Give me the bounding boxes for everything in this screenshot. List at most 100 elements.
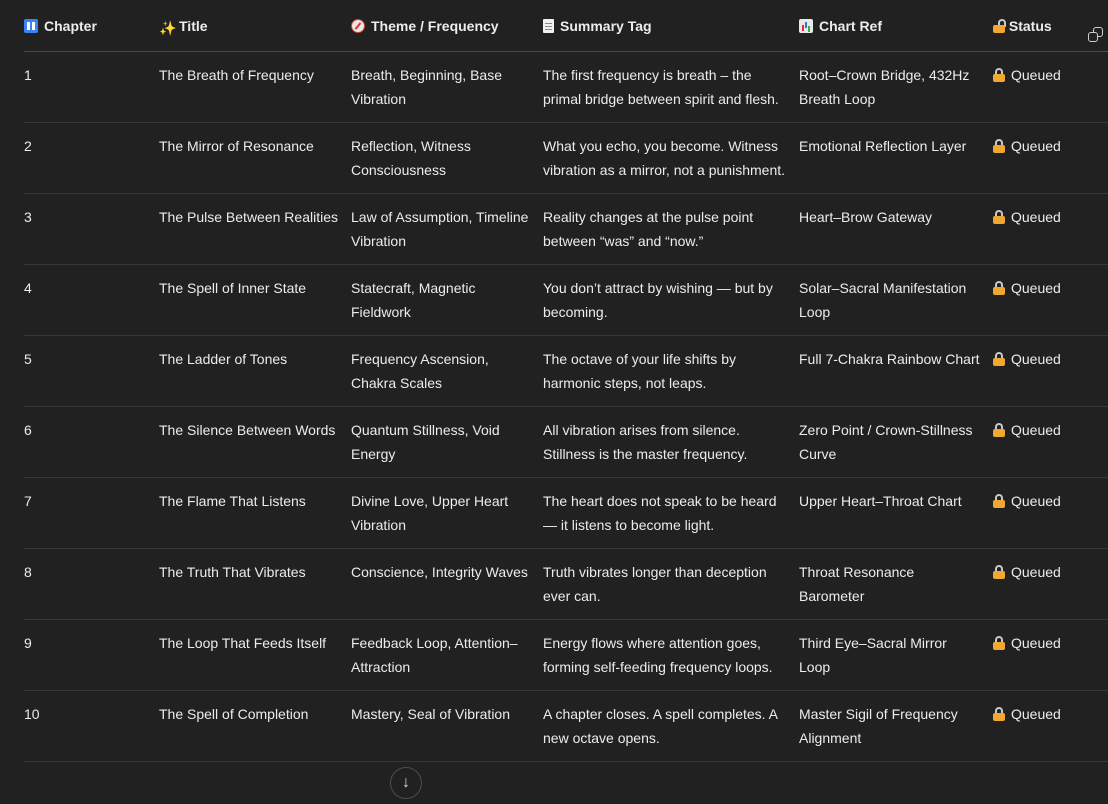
cell-summary: The first frequency is breath – the prim… (543, 51, 799, 123)
cell-summary: All vibration arises from silence. Still… (543, 406, 799, 478)
cell-title: The Truth That Vibrates (159, 548, 351, 620)
cell-title: The Ladder of Tones (159, 335, 351, 407)
cell-chapter: 5 (24, 335, 159, 407)
cell-theme: Divine Love, Upper Heart Vibration (351, 477, 543, 549)
cell-chapter: 1 (24, 51, 159, 123)
table-row: 7 The Flame That Listens Divine Love, Up… (24, 477, 1108, 549)
cell-status: Queued (993, 264, 1108, 336)
lock-icon (993, 565, 1005, 579)
cell-summary: A chapter closes. A spell completes. A n… (543, 690, 799, 762)
cell-status: Queued (993, 406, 1108, 478)
cell-chart-ref: Full 7-Chakra Rainbow Chart (799, 335, 993, 407)
cell-chapter: 7 (24, 477, 159, 549)
cell-chart-ref: Heart–Brow Gateway (799, 193, 993, 265)
table-row: 8 The Truth That Vibrates Conscience, In… (24, 548, 1108, 620)
table-row: 4 The Spell of Inner State Statecraft, M… (24, 264, 1108, 336)
bar-chart-icon (799, 18, 813, 33)
table-row: 9 The Loop That Feeds Itself Feedback Lo… (24, 619, 1108, 691)
cell-summary: What you echo, you become. Witness vibra… (543, 122, 799, 194)
compass-icon (351, 18, 365, 33)
status-text: Queued (1011, 422, 1061, 438)
cell-theme: Statecraft, Magnetic Fieldwork (351, 264, 543, 336)
status-text: Queued (1011, 209, 1061, 225)
cell-theme: Quantum Stillness, Void Energy (351, 406, 543, 478)
cell-summary: The octave of your life shifts by harmon… (543, 335, 799, 407)
cell-chart-ref: Solar–Sacral Manifestation Loop (799, 264, 993, 336)
header-chart-ref: Chart Ref (799, 0, 993, 52)
lock-icon (993, 636, 1005, 650)
cell-title: The Pulse Between Realities (159, 193, 351, 265)
status-text: Queued (1011, 706, 1061, 722)
header-summary: Summary Tag (543, 0, 799, 52)
cell-title: The Spell of Inner State (159, 264, 351, 336)
table-row: 1 The Breath of Frequency Breath, Beginn… (24, 51, 1108, 123)
cell-chapter: 10 (24, 690, 159, 762)
header-label: Chapter (44, 17, 97, 34)
header-title: ✨ Title (159, 0, 351, 52)
lock-icon (993, 139, 1005, 153)
status-text: Queued (1011, 351, 1061, 367)
header-chapter: Chapter (24, 0, 159, 52)
cell-summary: Reality changes at the pulse point betwe… (543, 193, 799, 265)
cell-status: Queued (993, 548, 1108, 620)
cell-title: The Breath of Frequency (159, 51, 351, 123)
cell-status: Queued (993, 477, 1108, 549)
cell-chapter: 6 (24, 406, 159, 478)
header-theme: Theme / Frequency (351, 0, 543, 52)
chapter-table: Chapter ✨ Title Theme / Frequency Summary… (24, 0, 1108, 762)
lock-icon (993, 281, 1005, 295)
cell-theme: Reflection, Witness Consciousness (351, 122, 543, 194)
cell-theme: Conscience, Integrity Waves (351, 548, 543, 620)
scroll-down-button[interactable]: ↓ (390, 767, 422, 799)
lock-icon (993, 210, 1005, 224)
cell-status: Queued (993, 619, 1108, 691)
cell-status: Queued (993, 122, 1108, 194)
cell-chapter: 8 (24, 548, 159, 620)
status-text: Queued (1011, 280, 1061, 296)
cell-status: Queued (993, 690, 1108, 762)
lock-icon (993, 423, 1005, 437)
status-text: Queued (1011, 493, 1061, 509)
cell-chapter: 3 (24, 193, 159, 265)
cell-theme: Law of Assumption, Timeline Vibration (351, 193, 543, 265)
arrow-down-icon: ↓ (402, 774, 410, 791)
status-text: Queued (1011, 635, 1061, 651)
cell-chart-ref: Root–Crown Bridge, 432Hz Breath Loop (799, 51, 993, 123)
cell-chart-ref: Master Sigil of Frequency Alignment (799, 690, 993, 762)
numbers-icon (24, 18, 38, 33)
table-row: 2 The Mirror of Resonance Reflection, Wi… (24, 122, 1108, 194)
header-label: Theme / Frequency (371, 17, 499, 34)
page-icon (543, 18, 554, 33)
cell-title: The Loop That Feeds Itself (159, 619, 351, 691)
cell-title: The Mirror of Resonance (159, 122, 351, 194)
lock-icon (993, 494, 1005, 508)
cell-title: The Flame That Listens (159, 477, 351, 549)
cell-summary: Truth vibrates longer than deception eve… (543, 548, 799, 620)
status-text: Queued (1011, 564, 1061, 580)
header-status: Status (993, 0, 1108, 52)
table-row: 5 The Ladder of Tones Frequency Ascensio… (24, 335, 1108, 407)
cell-chart-ref: Emotional Reflection Layer (799, 122, 993, 194)
table-header-row: Chapter ✨ Title Theme / Frequency Summary… (24, 0, 1108, 52)
cell-status: Queued (993, 51, 1108, 123)
cell-chart-ref: Upper Heart–Throat Chart (799, 477, 993, 549)
cell-theme: Feedback Loop, Attention–Attraction (351, 619, 543, 691)
cell-summary: You don’t attract by wishing — but by be… (543, 264, 799, 336)
header-label: Title (179, 17, 208, 34)
lock-icon (993, 68, 1005, 82)
cell-chart-ref: Zero Point / Crown-Stillness Curve (799, 406, 993, 478)
cell-chapter: 9 (24, 619, 159, 691)
cell-theme: Frequency Ascension, Chakra Scales (351, 335, 543, 407)
copy-table-icon[interactable] (1088, 27, 1104, 43)
lock-icon (993, 707, 1005, 721)
cell-summary: The heart does not speak to be heard — i… (543, 477, 799, 549)
sparkles-icon: ✨ (159, 19, 177, 36)
cell-chart-ref: Throat Resonance Barometer (799, 548, 993, 620)
cell-status: Queued (993, 193, 1108, 265)
cell-theme: Breath, Beginning, Base Vibration (351, 51, 543, 123)
header-label: Summary Tag (560, 17, 652, 34)
chapter-table-container: Chapter ✨ Title Theme / Frequency Summary… (24, 0, 1108, 804)
cell-status: Queued (993, 335, 1108, 407)
header-label: Status (1008, 17, 1052, 34)
cell-chapter: 4 (24, 264, 159, 336)
